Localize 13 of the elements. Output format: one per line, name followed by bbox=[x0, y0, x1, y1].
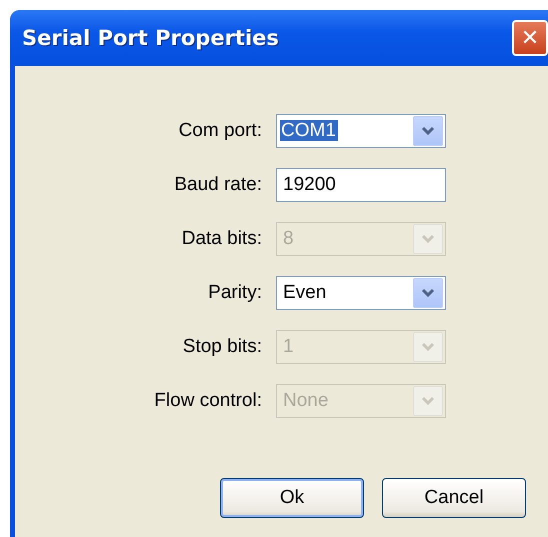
input-field[interactable]: 19200 bbox=[276, 168, 446, 202]
field-label: Data bits: bbox=[180, 228, 262, 250]
field-label: Com port: bbox=[178, 120, 262, 142]
field-label: Flow control: bbox=[153, 390, 262, 412]
dropdown-field[interactable]: COM1 bbox=[276, 114, 446, 148]
field-label: Stop bits: bbox=[182, 336, 262, 358]
dropdown-field[interactable]: Even bbox=[276, 276, 446, 310]
ok-button[interactable]: Ok bbox=[220, 478, 364, 518]
window-title: Serial Port Properties bbox=[22, 26, 279, 50]
close-button[interactable]: ✕ bbox=[512, 20, 548, 56]
field-label: Baud rate: bbox=[173, 174, 262, 196]
cancel-button[interactable]: Cancel bbox=[382, 478, 526, 518]
field-label: Parity: bbox=[207, 282, 262, 304]
